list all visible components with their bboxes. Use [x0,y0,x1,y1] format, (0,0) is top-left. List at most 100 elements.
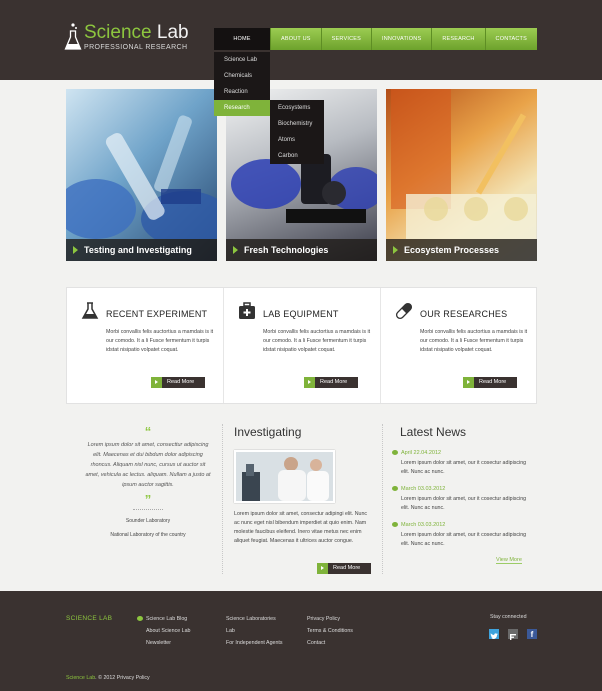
lab-test-tube-photo [66,115,217,247]
slide-caption[interactable]: Ecosystem Processes [386,239,537,261]
stay-connected-label: Stay connected [490,614,527,620]
news-item[interactable]: March 03.03.2012 Lorem ipsum dolor sit a… [392,520,532,549]
footer-link-blog[interactable]: Science Lab Blog [137,613,190,625]
nav-contacts[interactable]: CONTACTS [484,28,538,50]
flask-logo-icon [64,23,82,50]
quote-open-icon: “ [144,424,152,439]
footer-link-contact[interactable]: Contact [307,637,353,649]
copyright-text: . © 2012 Privacy Policy [95,675,150,681]
news-item[interactable]: April 22.04.2012 Lorem ipsum dolor sit a… [392,448,532,477]
testimonial-organization: National Laboratory of the country [110,532,186,538]
arrow-right-icon [304,377,315,388]
feature-title: OUR RESEARCHES [420,309,508,319]
slide-ecosystem-processes[interactable]: Ecosystem Processes [386,89,537,261]
capsule-icon [395,302,413,320]
footer-brand: SCIENCE LAB [66,615,113,622]
feature-text: Morbi convallis felis auctortius a mamda… [263,329,371,353]
logo-title: Science Lab [84,22,189,44]
footer-link-laboratories[interactable]: Science Laboratories [226,613,283,625]
caption-arrow-icon [73,246,78,254]
home-dropdown-menu: Science Lab Chemicals Reaction Research [214,52,270,116]
read-more-label: Read More [479,379,507,385]
news-text: Lorem ipsum dolor sit amet, our it cosec… [401,532,527,547]
footer-link-terms[interactable]: Terms & Conditions [307,625,353,637]
slide-testing[interactable]: Testing and Investigating [66,89,217,261]
testimonial-author: Sounder Laboratory [125,518,171,524]
feature-our-researches: OUR RESEARCHES Morbi convallis felis auc… [381,288,538,403]
twitter-icon[interactable] [489,629,499,639]
scientists-illustration [236,452,333,501]
read-more-label: Read More [167,379,195,385]
research-submenu: Ecosystems Biochemistry Atoms Carbon [270,100,324,164]
submenu-item-atoms[interactable]: Atoms [270,132,324,148]
latest-news-heading: Latest News [400,425,467,439]
investigating-heading: Investigating [234,425,302,439]
slide-caption-text: Fresh Technologies [244,245,329,255]
logo-word-science: Science [84,22,152,43]
footer-link-label: Science Lab Blog [146,616,188,622]
caption-arrow-icon [233,246,238,254]
read-more-label: Read More [333,565,361,571]
main-nav: HOME ABOUT US SERVICES INNOVATIONS RESEA… [214,28,538,50]
news-date: March 03.03.2012 [392,484,532,494]
logo[interactable]: Science Lab PROFESSIONAL RESEARCH [64,22,204,56]
feature-lab-equipment: LAB EQUIPMENT Morbi convallis felis auct… [224,288,381,403]
news-date: March 03.03.2012 [392,520,532,530]
copyright-brand: Science Lab [66,675,96,681]
investigating-text: Lorem ipsum dolor sit amet, consectur ad… [234,511,368,544]
caption-arrow-icon [393,246,398,254]
first-aid-kit-icon [239,302,255,319]
testimonial: “ Lorem ipsum dolor sit amet, consecttur… [84,424,212,538]
scientists-photo [234,450,335,503]
feature-recent-experiment: RECENT EXPERIMENT Morbi convallis felis … [67,288,224,403]
dropdown-item-research[interactable]: Research [214,100,270,116]
submenu-item-ecosystems[interactable]: Ecosystems [270,100,324,116]
testimonial-text: Lorem ipsum dolor sit amet, consecttur a… [85,442,211,488]
investigating-read-more-button[interactable]: Read More [317,563,371,574]
footer-link-lab[interactable]: Lab [226,625,283,637]
footer-link-newsletter[interactable]: Newsletter [137,637,190,649]
read-more-button[interactable]: Read More [304,377,358,388]
footer-links-col2: Science Laboratories Lab For Independent… [226,613,283,649]
nav-services[interactable]: SERVICES [320,28,372,50]
feature-text: Morbi convallis felis auctortius a mamda… [106,329,214,353]
news-item[interactable]: March 03.03.2012 Lorem ipsum dolor sit a… [392,484,532,513]
news-text: Lorem ipsum dolor sit amet, our it cosec… [401,496,527,511]
quote-close-icon: ” [144,492,152,507]
slide-caption[interactable]: Testing and Investigating [66,239,217,261]
footer-link-about[interactable]: About Science Lab [137,625,190,637]
slide-caption[interactable]: Fresh Technologies [226,239,377,261]
slide-caption-text: Ecosystem Processes [404,245,500,255]
feature-title: LAB EQUIPMENT [263,309,339,319]
column-divider [382,424,383,574]
facebook-icon[interactable]: f [527,629,537,639]
arrow-right-icon [463,377,474,388]
feature-title: RECENT EXPERIMENT [106,309,208,319]
footer-link-privacy[interactable]: Privacy Policy [307,613,353,625]
read-more-button[interactable]: Read More [463,377,517,388]
flask-icon [81,302,99,319]
news-text: Lorem ipsum dolor sit amet, our it cosec… [401,460,527,475]
site-footer: SCIENCE LAB Science Lab Blog About Scien… [0,591,602,691]
chat-icon [137,616,143,621]
friendfeed-icon[interactable] [508,629,518,640]
view-more-link[interactable]: View More [496,557,522,564]
nav-research[interactable]: RESEARCH [431,28,485,50]
logo-subtitle: PROFESSIONAL RESEARCH [84,44,188,51]
submenu-item-biochemistry[interactable]: Biochemistry [270,116,324,132]
slide-caption-text: Testing and Investigating [84,245,192,255]
nav-innovations[interactable]: INNOVATIONS [371,28,432,50]
submenu-item-carbon[interactable]: Carbon [270,148,324,164]
dropdown-item-reaction[interactable]: Reaction [214,84,270,100]
feature-text: Morbi convallis felis auctortius a mamda… [420,329,528,353]
nav-about-us[interactable]: ABOUT US [270,28,321,50]
dropdown-item-science-lab[interactable]: Science Lab [214,52,270,68]
footer-links-col1: Science Lab Blog About Science Lab Newsl… [137,613,190,649]
read-more-button[interactable]: Read More [151,377,205,388]
nav-home[interactable]: HOME [214,28,270,50]
site-header: Science Lab PROFESSIONAL RESEARCH HOME A… [0,0,602,80]
dropdown-item-chemicals[interactable]: Chemicals [214,68,270,84]
news-date: April 22.04.2012 [392,448,532,458]
footer-link-agents[interactable]: For Independent Agents [226,637,283,649]
petri-dish-photo [391,89,536,239]
